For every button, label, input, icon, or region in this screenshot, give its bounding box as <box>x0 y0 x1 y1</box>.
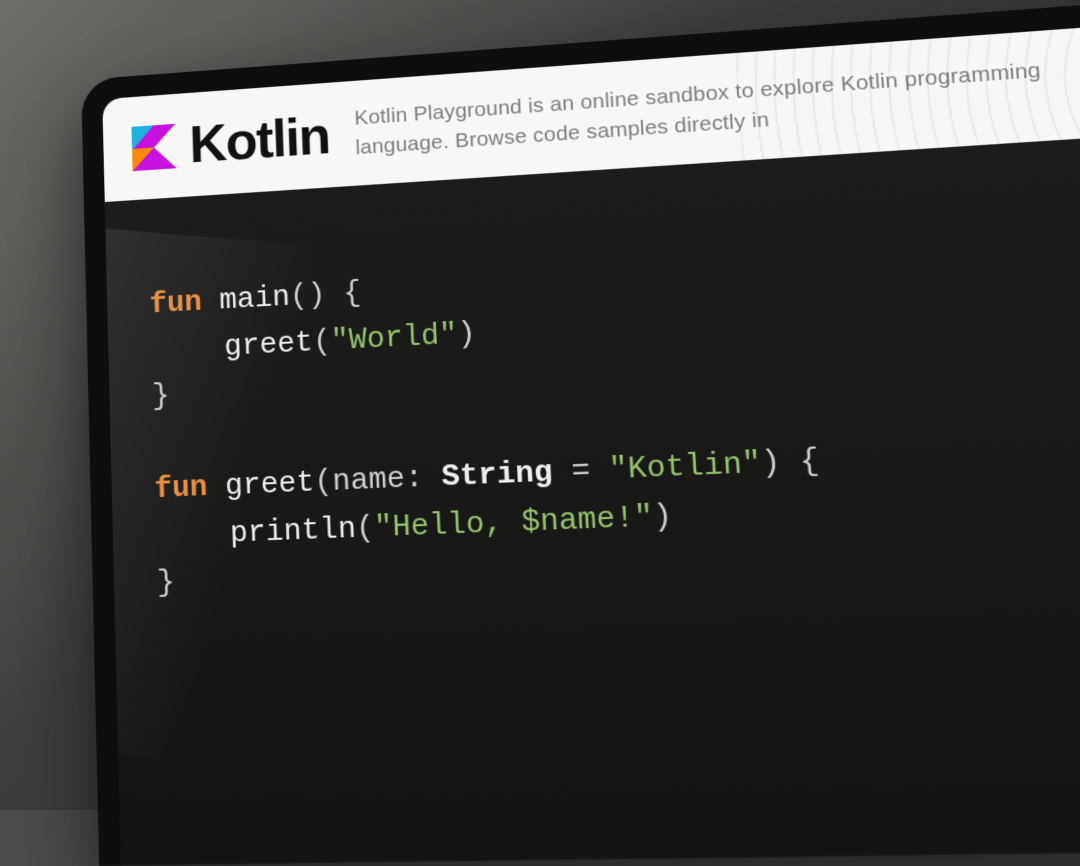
screen: Kotlin Kotlin Playground is an online sa… <box>102 25 1080 866</box>
keyword-fun: fun <box>154 471 208 507</box>
punct: ( <box>314 466 333 501</box>
string-kotlin: "Kotlin" <box>608 447 762 489</box>
punct: ( <box>355 511 375 547</box>
fn-main: main <box>219 281 291 319</box>
kotlin-logo-icon <box>131 124 176 171</box>
fn-greet-call: greet <box>224 326 314 365</box>
punct: ( <box>289 280 308 315</box>
punct: ) <box>760 446 782 483</box>
fn-println: println <box>230 512 357 551</box>
punct: ) <box>457 317 477 352</box>
punct: ) <box>307 279 326 314</box>
punct: { <box>799 445 821 482</box>
punct: } <box>157 566 176 601</box>
fn-greet-def: greet <box>225 467 315 505</box>
punct: } <box>152 380 170 415</box>
brand-name: Kotlin <box>189 109 331 171</box>
keyword-fun: fun <box>149 286 202 322</box>
string-hello: "Hello, $name!" <box>374 500 655 546</box>
equals: = <box>571 455 592 491</box>
tablet-frame: Kotlin Kotlin Playground is an online sa… <box>81 2 1080 866</box>
param-name: name <box>332 463 406 501</box>
kotlin-logo: Kotlin <box>131 109 330 175</box>
type-string: String <box>441 456 554 496</box>
string-world: "World" <box>330 318 458 359</box>
code-editor[interactable]: fun main() { greet("World") } fun greet(… <box>105 135 1080 864</box>
punct: ) <box>652 500 673 536</box>
punct: ( <box>312 325 331 360</box>
colon: : <box>404 462 424 498</box>
punct: { <box>343 277 362 312</box>
